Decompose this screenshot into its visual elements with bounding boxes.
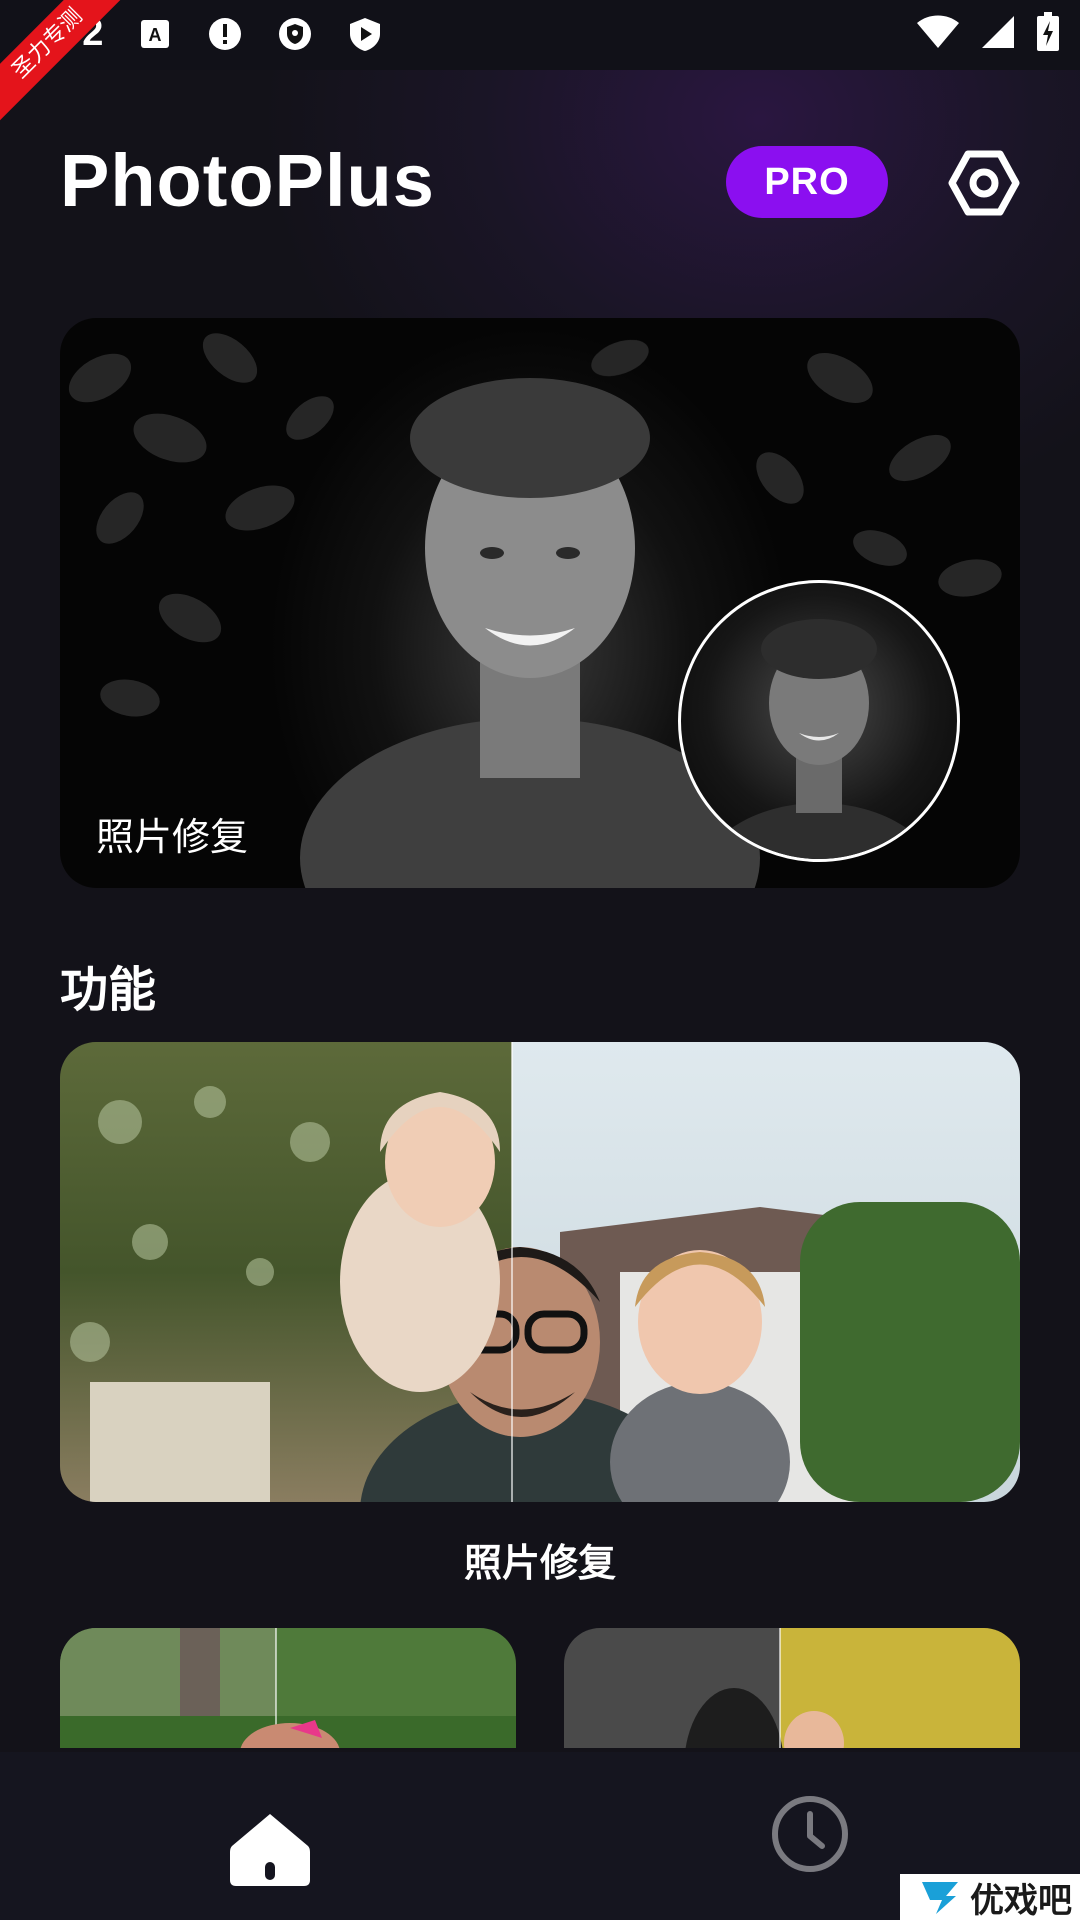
status-bar: +2 A: [0, 0, 1080, 70]
feature-card-3[interactable]: [564, 1628, 1020, 1748]
play-shield-icon: [350, 17, 381, 51]
section-title: 功能: [60, 962, 157, 1018]
wifi-icon: [917, 15, 959, 48]
feature-card-label: 照片修复: [463, 1541, 616, 1585]
app-notification-icon: A: [141, 19, 170, 48]
hero-banner[interactable]: 照片修复: [60, 318, 1020, 888]
cell-signal-icon: [982, 16, 1014, 48]
settings-icon[interactable]: [948, 150, 1020, 216]
app-screen: +2 A: [0, 0, 1080, 1920]
photo-restore-feature-card[interactable]: [60, 1042, 1020, 1502]
watermark-text: 优戏吧: [970, 1880, 1072, 1920]
alert-icon: [209, 17, 242, 50]
svg-text:A: A: [149, 25, 162, 45]
battery-charging-icon: [1037, 12, 1059, 51]
site-watermark: 优戏吧: [900, 1874, 1080, 1920]
nav-home-icon[interactable]: [228, 1810, 312, 1888]
app-title: PhotoPlus: [60, 139, 435, 222]
feature-card-2[interactable]: [60, 1628, 516, 1748]
pro-button[interactable]: PRO: [726, 146, 888, 218]
watermark-logo-icon: [922, 1882, 958, 1914]
hero-restored-preview: [678, 580, 960, 862]
feature-photo: [60, 1042, 1020, 1502]
feature-card-2-photo: [60, 1628, 516, 1748]
feature-card-3-photo: [564, 1628, 1020, 1748]
hero-label: 照片修复: [96, 815, 249, 859]
nav-history-icon[interactable]: [770, 1794, 850, 1874]
vpn-shield-icon: [279, 17, 312, 50]
